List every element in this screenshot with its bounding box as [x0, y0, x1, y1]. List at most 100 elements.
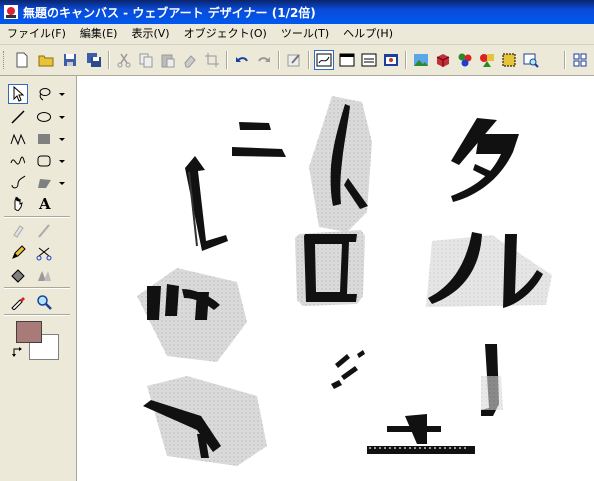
eyedropper-icon: [11, 297, 25, 310]
zoom-tool[interactable]: [34, 292, 54, 312]
zoom-fit-button[interactable]: [521, 50, 541, 70]
main-toolbar: [0, 45, 594, 76]
redo-button[interactable]: [254, 50, 274, 70]
kana-e-glyph[interactable]: [367, 414, 475, 454]
insert-frame-button[interactable]: [499, 50, 519, 70]
undo-icon: [236, 57, 248, 62]
toolbox-divider: [4, 287, 70, 289]
kana-ji-dots-glyph[interactable]: [331, 350, 365, 389]
arrow-stroke-glyph[interactable]: [185, 156, 228, 251]
insert-picture-button[interactable]: [411, 50, 431, 70]
save-button[interactable]: [60, 50, 80, 70]
select-tool[interactable]: [8, 84, 28, 104]
kana-ta-glyph[interactable]: [451, 118, 519, 202]
text-tool[interactable]: A: [34, 193, 54, 213]
kana-mi-glyph[interactable]: [137, 268, 247, 362]
kana-ru-glyph[interactable]: [426, 232, 552, 308]
rectangle-dropdown-arrow[interactable]: [59, 138, 65, 141]
menu-view[interactable]: 表示(V): [124, 25, 176, 43]
eyedropper-tool[interactable]: [8, 292, 28, 312]
polyline-tool[interactable]: [8, 129, 28, 149]
properties-button[interactable]: [284, 50, 304, 70]
toolbar-grip[interactable]: [3, 51, 7, 69]
kana-ro-glyph[interactable]: [295, 230, 365, 306]
save-icon: [64, 54, 76, 66]
image-window-icon: [384, 54, 398, 66]
lasso-tool[interactable]: [34, 84, 54, 104]
erase-button[interactable]: [180, 50, 200, 70]
brush-tool[interactable]: [34, 265, 54, 285]
open-file-button[interactable]: [36, 50, 56, 70]
rounded-rectangle-tool[interactable]: [34, 151, 54, 171]
canvas-artwork[interactable]: [77, 76, 594, 481]
svg-text:A: A: [38, 195, 51, 211]
polygon-tool[interactable]: [34, 173, 54, 193]
kana-j-hook-glyph[interactable]: [481, 344, 503, 416]
lasso-icon: [39, 88, 51, 101]
insert-shape-button[interactable]: [477, 50, 497, 70]
new-file-button[interactable]: [12, 50, 32, 70]
paint-bucket-tool[interactable]: [8, 265, 28, 285]
freehand-tool[interactable]: [8, 173, 28, 193]
menu-edit[interactable]: 編集(E): [73, 25, 125, 43]
ellipse-tool[interactable]: [34, 107, 54, 127]
curve-tool[interactable]: [8, 151, 28, 171]
line-icon: [11, 110, 25, 124]
pencil-tool[interactable]: [8, 243, 28, 263]
window-icon: [339, 53, 355, 67]
window-mode-button[interactable]: [337, 50, 357, 70]
new-file-icon: [16, 52, 28, 68]
kana-to-glyph[interactable]: [309, 96, 372, 232]
scissors-icon: [36, 247, 52, 261]
cut-tool[interactable]: [34, 243, 54, 263]
save-all-button[interactable]: [84, 50, 104, 70]
eraser-tool[interactable]: [8, 221, 28, 241]
swap-colors-icon[interactable]: [12, 346, 24, 358]
menu-file[interactable]: ファイル(F): [0, 25, 73, 43]
tool-palette: A: [0, 76, 77, 481]
undo-button[interactable]: [232, 50, 252, 70]
toolbox-divider: [4, 216, 70, 218]
kana-mu-glyph[interactable]: [143, 376, 267, 466]
canvas-mode-icon: [316, 53, 332, 67]
rounded-rectangle-dropdown-arrow[interactable]: [59, 160, 65, 163]
title-bar: 無題のキャンバス - ウェブアート デザイナー (1/2倍): [0, 0, 594, 24]
zoom-page-icon: [523, 53, 539, 68]
lasso-dropdown-arrow[interactable]: [59, 93, 65, 96]
kana-ni-glyph[interactable]: [232, 122, 286, 157]
paste-button[interactable]: [158, 50, 178, 70]
toolbar-separator: [226, 51, 228, 69]
layout-button[interactable]: [570, 50, 590, 70]
text-a-icon: A: [38, 195, 51, 211]
shapes-icon: [480, 54, 494, 67]
polygon-dropdown-arrow[interactable]: [59, 182, 65, 185]
insert-object-button[interactable]: [433, 50, 453, 70]
knife-tool[interactable]: [34, 221, 54, 241]
menu-help[interactable]: ヘルプ(H): [336, 25, 400, 43]
drawing-canvas[interactable]: [77, 76, 594, 481]
menu-tools[interactable]: ツール(T): [274, 25, 336, 43]
ellipse-dropdown-arrow[interactable]: [59, 116, 65, 119]
rectangle-tool[interactable]: [34, 129, 54, 149]
line-tool[interactable]: [8, 107, 28, 127]
menu-object[interactable]: オブジェクト(O): [177, 25, 274, 43]
freehand-icon: [11, 175, 26, 189]
color-balls-icon: [458, 53, 472, 67]
crop-button[interactable]: [202, 50, 222, 70]
shapes-cube-icon: [436, 54, 450, 67]
curve-icon: [10, 156, 26, 165]
paint-bucket-icon: [11, 269, 25, 283]
rounded-rectangle-icon: [37, 155, 51, 167]
foreground-color-swatch[interactable]: [16, 321, 42, 343]
toolbar-separator: [405, 51, 407, 69]
image-mode-button[interactable]: [381, 50, 401, 70]
save-all-icon: [87, 53, 101, 67]
arrow-pointer-icon: [13, 86, 25, 102]
frame-mode-button[interactable]: [359, 50, 379, 70]
hand-tool[interactable]: [8, 193, 28, 213]
copy-button[interactable]: [136, 50, 156, 70]
toolbox-divider: [4, 314, 70, 316]
canvas-mode-button[interactable]: [314, 50, 334, 70]
insert-effect-button[interactable]: [455, 50, 475, 70]
cut-button[interactable]: [114, 50, 134, 70]
